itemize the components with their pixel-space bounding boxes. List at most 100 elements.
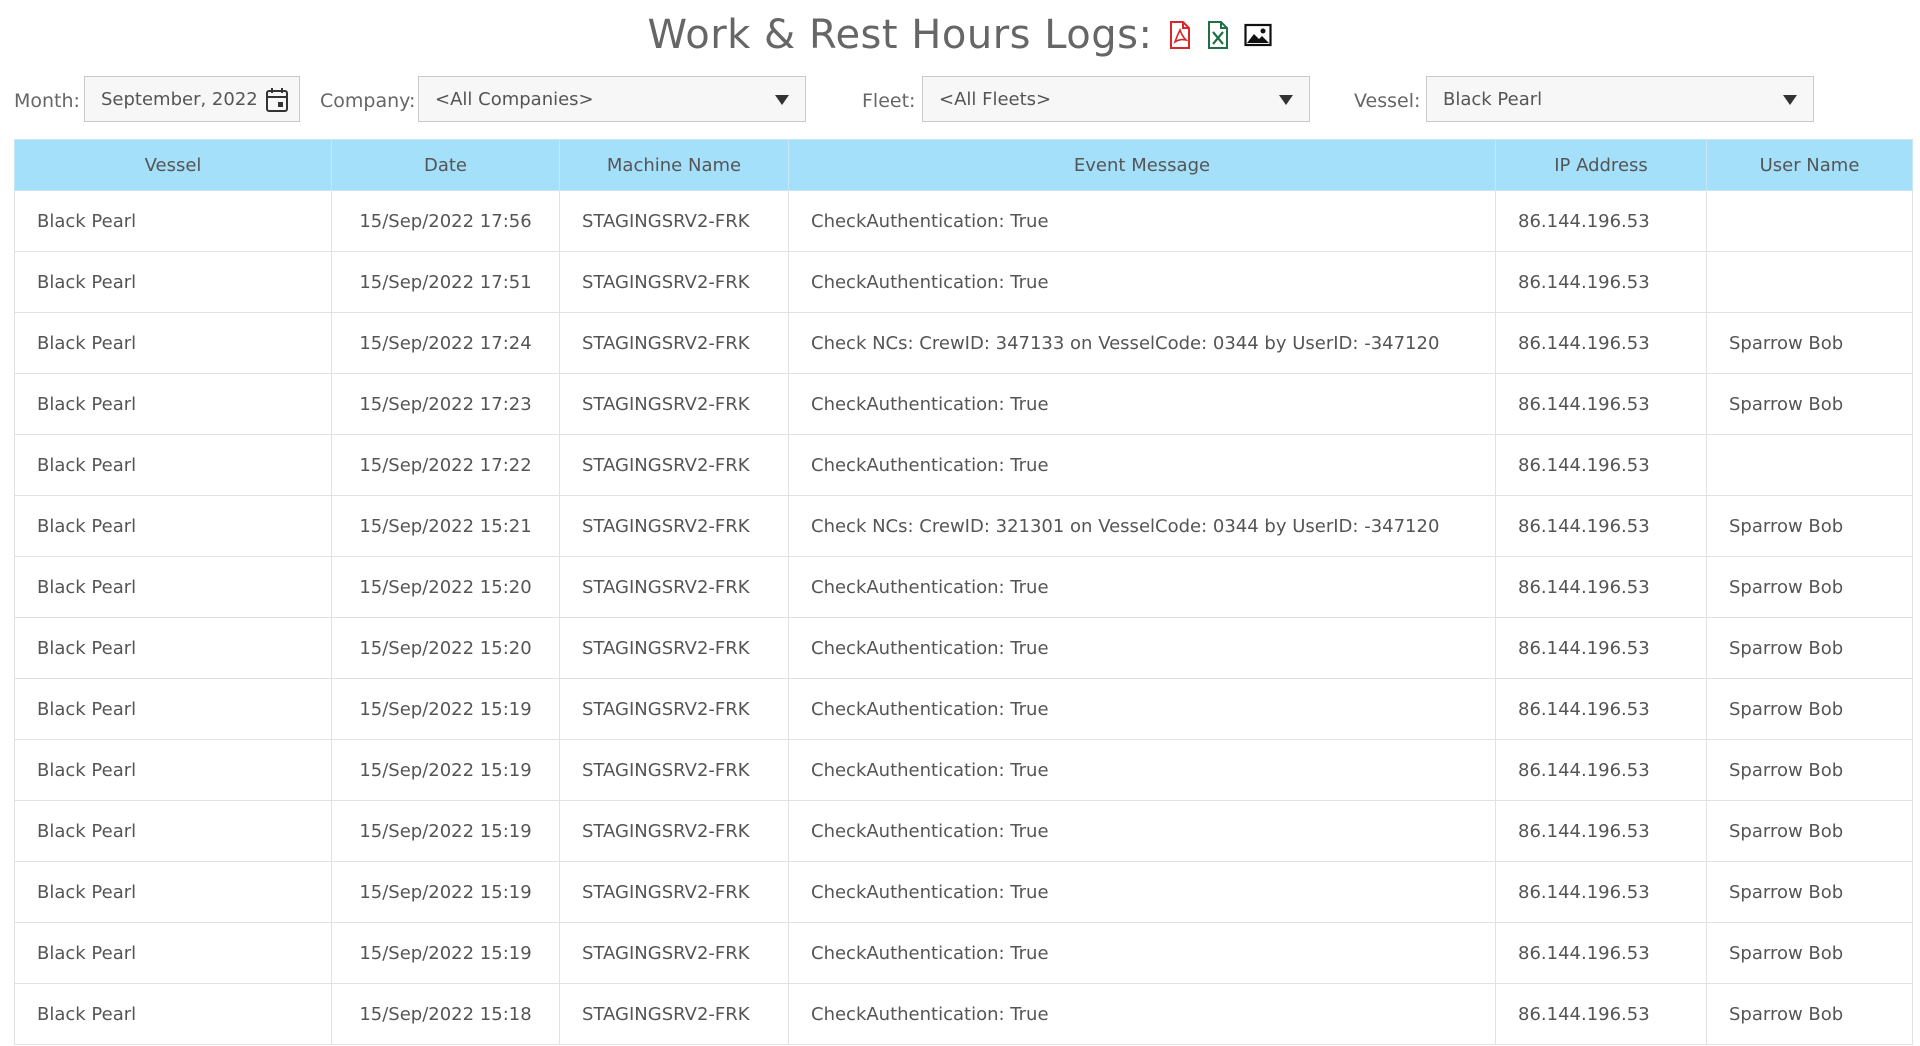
cell-user: Sparrow Bob xyxy=(1706,739,1913,801)
cell-ip: 86.144.196.53 xyxy=(1495,617,1707,679)
cell-machine: STAGINGSRV2-FRK xyxy=(559,556,789,618)
column-header-machine-name[interactable]: Machine Name xyxy=(559,139,789,191)
cell-user xyxy=(1706,251,1913,313)
cell-date: 15/Sep/2022 15:20 xyxy=(331,556,560,618)
excel-export-icon[interactable] xyxy=(1206,21,1230,49)
cell-message: CheckAuthentication: True xyxy=(788,617,1496,679)
table-row[interactable]: Black Pearl 15/Sep/2022 17:23 STAGINGSRV… xyxy=(14,373,1913,435)
cell-machine: STAGINGSRV2-FRK xyxy=(559,312,789,374)
cell-message: Check NCs: CrewID: 347133 on VesselCode:… xyxy=(788,312,1496,374)
table-row[interactable]: Black Pearl 15/Sep/2022 15:21 STAGINGSRV… xyxy=(14,495,1913,557)
cell-ip: 86.144.196.53 xyxy=(1495,800,1707,862)
cell-ip: 86.144.196.53 xyxy=(1495,983,1707,1045)
fleet-label: Fleet: xyxy=(862,90,916,112)
cell-date: 15/Sep/2022 17:22 xyxy=(331,434,560,496)
cell-vessel: Black Pearl xyxy=(14,495,332,557)
cell-vessel: Black Pearl xyxy=(14,312,332,374)
table-row[interactable]: Black Pearl 15/Sep/2022 15:19 STAGINGSRV… xyxy=(14,800,1913,862)
image-export-icon[interactable] xyxy=(1244,23,1273,47)
cell-vessel: Black Pearl xyxy=(14,922,332,984)
cell-user: Sparrow Bob xyxy=(1706,312,1913,374)
vessel-select[interactable]: Black Pearl xyxy=(1426,76,1814,122)
cell-vessel: Black Pearl xyxy=(14,861,332,923)
cell-message: Check NCs: CrewID: 321301 on VesselCode:… xyxy=(788,495,1496,557)
cell-user: Sparrow Bob xyxy=(1706,678,1913,740)
month-label: Month: xyxy=(14,90,80,112)
table-row[interactable]: Black Pearl 15/Sep/2022 15:19 STAGINGSRV… xyxy=(14,678,1913,740)
cell-date: 15/Sep/2022 15:19 xyxy=(331,739,560,801)
cell-message: CheckAuthentication: True xyxy=(788,800,1496,862)
table-row[interactable]: Black Pearl 15/Sep/2022 15:19 STAGINGSRV… xyxy=(14,922,1913,984)
company-value: <All Companies> xyxy=(435,88,594,110)
cell-user: Sparrow Bob xyxy=(1706,495,1913,557)
table-row[interactable]: Black Pearl 15/Sep/2022 15:19 STAGINGSRV… xyxy=(14,861,1913,923)
cell-user: Sparrow Bob xyxy=(1706,861,1913,923)
month-value: September, 2022 xyxy=(101,88,258,110)
cell-machine: STAGINGSRV2-FRK xyxy=(559,251,789,313)
cell-ip: 86.144.196.53 xyxy=(1495,434,1707,496)
cell-ip: 86.144.196.53 xyxy=(1495,922,1707,984)
cell-vessel: Black Pearl xyxy=(14,434,332,496)
cell-ip: 86.144.196.53 xyxy=(1495,190,1707,252)
cell-user: Sparrow Bob xyxy=(1706,373,1913,435)
cell-date: 15/Sep/2022 15:19 xyxy=(331,922,560,984)
cell-message: CheckAuthentication: True xyxy=(788,739,1496,801)
logs-table: Vessel Date Machine Name Event Message I… xyxy=(14,139,1913,1045)
cell-vessel: Black Pearl xyxy=(14,739,332,801)
cell-user xyxy=(1706,190,1913,252)
chevron-down-icon xyxy=(775,95,789,105)
table-row[interactable]: Black Pearl 15/Sep/2022 17:22 STAGINGSRV… xyxy=(14,434,1913,496)
pdf-export-icon[interactable] xyxy=(1168,21,1192,49)
column-header-event-message[interactable]: Event Message xyxy=(788,139,1496,191)
fleet-select[interactable]: <All Fleets> xyxy=(922,76,1310,122)
table-row[interactable]: Black Pearl 15/Sep/2022 15:19 STAGINGSRV… xyxy=(14,739,1913,801)
page-header: Work & Rest Hours Logs: xyxy=(0,10,1920,60)
table-body: Black Pearl 15/Sep/2022 17:56 STAGINGSRV… xyxy=(14,190,1913,1045)
cell-vessel: Black Pearl xyxy=(14,678,332,740)
company-label: Company: xyxy=(320,90,416,112)
cell-ip: 86.144.196.53 xyxy=(1495,739,1707,801)
table-row[interactable]: Black Pearl 15/Sep/2022 17:51 STAGINGSRV… xyxy=(14,251,1913,313)
calendar-icon[interactable] xyxy=(265,87,289,118)
cell-vessel: Black Pearl xyxy=(14,373,332,435)
month-picker[interactable]: September, 2022 xyxy=(84,76,300,122)
table-row[interactable]: Black Pearl 15/Sep/2022 17:24 STAGINGSRV… xyxy=(14,312,1913,374)
cell-user: Sparrow Bob xyxy=(1706,983,1913,1045)
cell-user: Sparrow Bob xyxy=(1706,922,1913,984)
cell-date: 15/Sep/2022 17:24 xyxy=(331,312,560,374)
cell-date: 15/Sep/2022 15:19 xyxy=(331,861,560,923)
company-select[interactable]: <All Companies> xyxy=(418,76,806,122)
cell-ip: 86.144.196.53 xyxy=(1495,556,1707,618)
cell-date: 15/Sep/2022 17:56 xyxy=(331,190,560,252)
cell-date: 15/Sep/2022 15:18 xyxy=(331,983,560,1045)
cell-vessel: Black Pearl xyxy=(14,983,332,1045)
table-row[interactable]: Black Pearl 15/Sep/2022 15:20 STAGINGSRV… xyxy=(14,556,1913,618)
column-header-vessel[interactable]: Vessel xyxy=(14,139,332,191)
table-row[interactable]: Black Pearl 15/Sep/2022 15:20 STAGINGSRV… xyxy=(14,617,1913,679)
cell-ip: 86.144.196.53 xyxy=(1495,373,1707,435)
cell-user: Sparrow Bob xyxy=(1706,617,1913,679)
column-header-user-name[interactable]: User Name xyxy=(1706,139,1913,191)
cell-message: CheckAuthentication: True xyxy=(788,678,1496,740)
column-header-date[interactable]: Date xyxy=(331,139,560,191)
cell-message: CheckAuthentication: True xyxy=(788,190,1496,252)
cell-vessel: Black Pearl xyxy=(14,251,332,313)
cell-machine: STAGINGSRV2-FRK xyxy=(559,495,789,557)
cell-message: CheckAuthentication: True xyxy=(788,983,1496,1045)
table-row[interactable]: Black Pearl 15/Sep/2022 17:56 STAGINGSRV… xyxy=(14,190,1913,252)
cell-date: 15/Sep/2022 15:19 xyxy=(331,678,560,740)
cell-message: CheckAuthentication: True xyxy=(788,922,1496,984)
chevron-down-icon xyxy=(1279,95,1293,105)
cell-date: 15/Sep/2022 17:51 xyxy=(331,251,560,313)
export-toolbar xyxy=(1168,21,1273,49)
cell-message: CheckAuthentication: True xyxy=(788,556,1496,618)
column-header-ip-address[interactable]: IP Address xyxy=(1495,139,1707,191)
cell-machine: STAGINGSRV2-FRK xyxy=(559,922,789,984)
cell-ip: 86.144.196.53 xyxy=(1495,312,1707,374)
table-header-row: Vessel Date Machine Name Event Message I… xyxy=(14,139,1913,191)
cell-machine: STAGINGSRV2-FRK xyxy=(559,434,789,496)
vessel-value: Black Pearl xyxy=(1443,88,1543,110)
cell-user: Sparrow Bob xyxy=(1706,800,1913,862)
table-row[interactable]: Black Pearl 15/Sep/2022 15:18 STAGINGSRV… xyxy=(14,983,1913,1045)
cell-machine: STAGINGSRV2-FRK xyxy=(559,800,789,862)
